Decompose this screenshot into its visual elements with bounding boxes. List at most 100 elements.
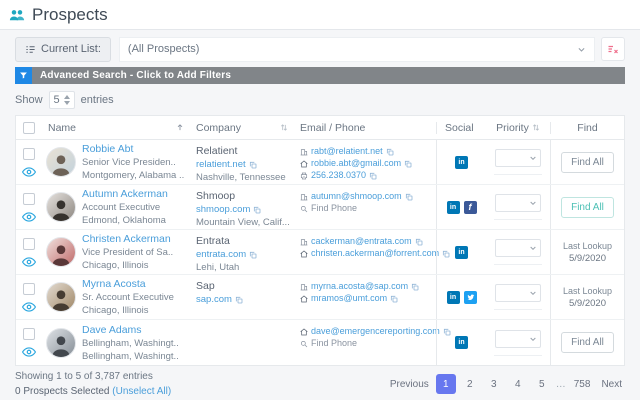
current-list-label: Current List: bbox=[41, 43, 101, 55]
copy-icon[interactable] bbox=[235, 296, 243, 304]
page-button-5[interactable]: 5 bbox=[532, 374, 552, 394]
row-checkbox[interactable] bbox=[23, 238, 35, 250]
row-checkbox[interactable] bbox=[23, 193, 35, 205]
eye-icon[interactable] bbox=[22, 212, 36, 222]
prospect-location: Chicago, Illinois bbox=[82, 305, 149, 316]
linkedin-icon[interactable]: in bbox=[455, 245, 468, 259]
header-priority[interactable]: Priority bbox=[486, 122, 550, 134]
company-url-link[interactable]: sap.com bbox=[196, 294, 232, 305]
row-checkbox[interactable] bbox=[23, 283, 35, 295]
find-phone-link[interactable]: Find Phone bbox=[311, 203, 357, 214]
prospect-cell: Autumn Ackerman Account Executive Edmond… bbox=[42, 185, 192, 229]
find-cell: Find All bbox=[550, 320, 624, 365]
page-button-3[interactable]: 3 bbox=[484, 374, 504, 394]
home-email-link[interactable]: robbie.abt@gmail.com bbox=[311, 158, 401, 169]
table-header-row: Name Company Email / Phone Social Priori… bbox=[16, 116, 624, 140]
header-email-phone[interactable]: Email / Phone bbox=[296, 117, 436, 139]
eye-icon[interactable] bbox=[22, 257, 36, 267]
copy-icon[interactable] bbox=[249, 251, 257, 259]
company-url-link[interactable]: shmoop.com bbox=[196, 204, 250, 215]
priority-underline bbox=[494, 174, 542, 175]
page-button-1[interactable]: 1 bbox=[435, 374, 456, 394]
find-all-button[interactable]: Find All bbox=[561, 196, 614, 218]
row-checkbox[interactable] bbox=[23, 328, 35, 340]
priority-select[interactable] bbox=[495, 329, 541, 348]
priority-select[interactable] bbox=[495, 284, 541, 302]
find-phone-link[interactable]: Find Phone bbox=[311, 338, 357, 349]
row-select-cell bbox=[16, 275, 42, 319]
priority-select[interactable] bbox=[495, 239, 541, 257]
list-select[interactable]: (All Prospects) bbox=[118, 36, 595, 62]
linkedin-icon[interactable]: in bbox=[446, 200, 460, 214]
header-company[interactable]: Company bbox=[192, 117, 296, 139]
page-button-758[interactable]: 758 bbox=[570, 374, 595, 394]
entries-count-select[interactable]: 5 bbox=[48, 90, 75, 109]
find-all-button[interactable]: Find All bbox=[561, 151, 614, 173]
linkedin-icon[interactable]: in bbox=[455, 336, 468, 349]
social-cell: in bbox=[436, 320, 486, 365]
priority-cell bbox=[486, 140, 550, 184]
table-row: Robbie Abt Senior Vice Presiden.. Montgo… bbox=[16, 140, 624, 185]
phone-link[interactable]: 256.238.0370 bbox=[311, 170, 366, 181]
advanced-search-bar[interactable]: Advanced Search - Click to Add Filters bbox=[15, 67, 625, 84]
linkedin-icon[interactable]: in bbox=[455, 155, 468, 169]
select-all-checkbox[interactable] bbox=[23, 121, 35, 134]
eye-icon[interactable] bbox=[22, 302, 36, 312]
copy-icon[interactable] bbox=[369, 172, 377, 180]
copy-icon[interactable] bbox=[386, 148, 394, 156]
copy-icon[interactable] bbox=[253, 206, 261, 214]
prospect-name-link[interactable]: Christen Ackerman bbox=[82, 233, 173, 245]
page-ellipsis: … bbox=[555, 378, 566, 390]
row-checkbox[interactable] bbox=[23, 148, 35, 160]
eye-icon[interactable] bbox=[22, 347, 36, 357]
priority-select[interactable] bbox=[495, 149, 541, 167]
linkedin-icon[interactable]: in bbox=[446, 290, 460, 304]
company-url-link[interactable]: entrata.com bbox=[196, 249, 246, 260]
company-cell: Entrata entrata.com Lehi, Utah bbox=[192, 230, 296, 274]
work-email-link[interactable]: myrna.acosta@sap.com bbox=[311, 281, 408, 292]
work-email-link[interactable]: rabt@relatient.net bbox=[311, 146, 383, 157]
twitter-icon[interactable] bbox=[463, 290, 477, 304]
page-title: Prospects bbox=[32, 4, 108, 24]
prospect-name-link[interactable]: Autumn Ackerman bbox=[82, 188, 168, 200]
company-location: Nashville, Tennessee bbox=[196, 172, 286, 183]
priority-select[interactable] bbox=[495, 194, 541, 212]
copy-icon[interactable] bbox=[404, 160, 412, 168]
company-cell: Shmoop shmoop.com Mountain View, Calif..… bbox=[192, 185, 296, 229]
home-email-link[interactable]: christen.ackerman@forrent.com bbox=[311, 248, 439, 259]
copy-icon[interactable] bbox=[390, 295, 398, 303]
email-phone-cell: cackerman@entrata.com christen.ackerman@… bbox=[296, 230, 450, 274]
selected-list-value: (All Prospects) bbox=[127, 43, 200, 55]
copy-icon[interactable] bbox=[415, 238, 423, 246]
eye-icon[interactable] bbox=[22, 167, 36, 177]
previous-page-button[interactable]: Previous bbox=[387, 379, 432, 390]
home-email-link[interactable]: mramos@umt.com bbox=[311, 293, 387, 304]
stepper-icon bbox=[63, 94, 70, 105]
table-row: Christen Ackerman Vice President of Sa..… bbox=[16, 230, 624, 275]
page-button-2[interactable]: 2 bbox=[460, 374, 480, 394]
current-list-button[interactable]: Current List: bbox=[15, 36, 111, 62]
home-email-link[interactable]: dave@emergencereporting.com bbox=[311, 326, 440, 337]
unselect-all-link[interactable]: (Unselect All) bbox=[112, 386, 171, 397]
copy-icon[interactable] bbox=[249, 161, 257, 169]
email-phone-cell: myrna.acosta@sap.com mramos@umt.com bbox=[296, 275, 436, 319]
facebook-icon[interactable]: f bbox=[463, 200, 477, 214]
advanced-search-label: Advanced Search - Click to Add Filters bbox=[40, 70, 232, 81]
work-email-link[interactable]: cackerman@entrata.com bbox=[311, 236, 412, 247]
selected-count-text: 0 Prospects Selected bbox=[15, 386, 110, 397]
copy-icon[interactable] bbox=[411, 283, 419, 291]
page-button-4[interactable]: 4 bbox=[508, 374, 528, 394]
prospect-cell: Dave Adams Bellingham, Washingt.. Bellin… bbox=[42, 320, 192, 365]
prospect-name-link[interactable]: Robbie Abt bbox=[82, 143, 184, 155]
prospect-name-link[interactable]: Myrna Acosta bbox=[82, 278, 174, 290]
header-name[interactable]: Name bbox=[42, 118, 192, 138]
copy-icon[interactable] bbox=[405, 193, 413, 201]
company-location: Lehi, Utah bbox=[196, 262, 240, 273]
home-icon bbox=[300, 160, 308, 168]
find-all-button[interactable]: Find All bbox=[561, 332, 614, 353]
next-page-button[interactable]: Next bbox=[598, 379, 625, 390]
prospect-name-link[interactable]: Dave Adams bbox=[82, 324, 179, 336]
remove-from-list-button[interactable] bbox=[601, 37, 625, 61]
work-email-link[interactable]: autumn@shmoop.com bbox=[311, 191, 402, 202]
company-url-link[interactable]: relatient.net bbox=[196, 159, 246, 170]
